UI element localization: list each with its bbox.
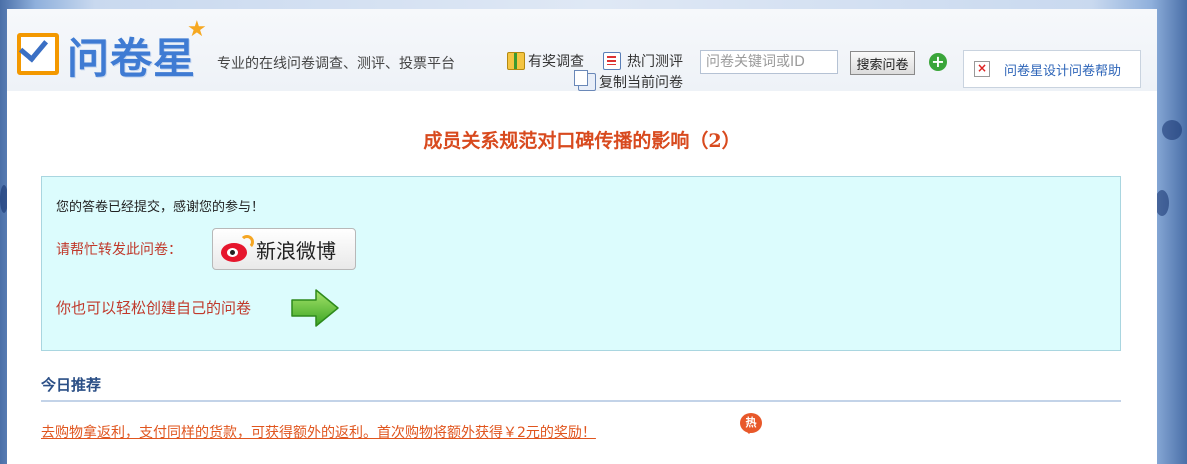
thanks-message: 您的答卷已经提交，感谢您的参与！ [56, 200, 265, 215]
copy-icon [574, 70, 596, 91]
rewards-survey-label: 有奖调查 [528, 54, 584, 70]
star-icon: ★ [187, 17, 207, 42]
rewards-survey-link[interactable]: 有奖调查 [507, 51, 584, 71]
promo-link[interactable]: 去购物拿返利，支付同样的货款，可获得额外的返利。首次购物将额外获得￥2元的奖励！ [41, 422, 596, 442]
weibo-share-button[interactable]: 新浪微博 [212, 228, 356, 270]
close-icon[interactable]: × [974, 61, 990, 77]
site-logo[interactable]: 问卷星 ★ [15, 17, 210, 82]
arrow-right-icon[interactable] [289, 287, 341, 329]
help-panel: × 问卷星设计问卷帮助 [963, 50, 1141, 88]
page-container: 问卷星 ★ 专业的在线问卷调查、测评、投票平台 有奖调查 热门测评 复制当前问卷… [7, 9, 1157, 464]
survey-title: 成员关系规范对口碑传播的影响（2） [423, 130, 741, 152]
share-label: 请帮忙转发此问卷： [56, 242, 182, 258]
weibo-button-label: 新浪微博 [256, 238, 336, 263]
copy-survey-link[interactable]: 复制当前问卷 [574, 70, 683, 92]
today-recommend-heading: 今日推荐 [41, 376, 102, 394]
site-slogan: 专业的在线问卷调查、测评、投票平台 [217, 56, 455, 72]
create-survey-link[interactable]: 你也可以轻松创建自己的问卷 [56, 297, 251, 318]
gift-icon [507, 52, 525, 70]
divider [41, 400, 1121, 402]
weibo-icon [220, 235, 254, 263]
hot-evaluation-label: 热门测评 [627, 54, 683, 70]
search-button[interactable]: 搜索问卷 [850, 51, 915, 75]
background-decoration [1162, 120, 1182, 140]
copy-survey-label: 复制当前问卷 [599, 75, 683, 91]
hot-evaluation-link[interactable]: 热门测评 [603, 51, 683, 71]
logo-text: 问卷星 [67, 35, 197, 82]
add-icon[interactable]: + [929, 53, 947, 71]
site-header: 问卷星 ★ 专业的在线问卷调查、测评、投票平台 有奖调查 热门测评 复制当前问卷… [7, 9, 1157, 91]
search-input[interactable] [700, 50, 838, 74]
hot-badge-icon: 热 [740, 413, 762, 434]
background-decoration [1155, 190, 1169, 216]
list-icon [603, 52, 621, 70]
design-help-link[interactable]: 问卷星设计问卷帮助 [1004, 60, 1121, 79]
submission-notice: 您的答卷已经提交，感谢您的参与！ 请帮忙转发此问卷： 新浪微博 你也可以轻松创建… [41, 176, 1121, 351]
